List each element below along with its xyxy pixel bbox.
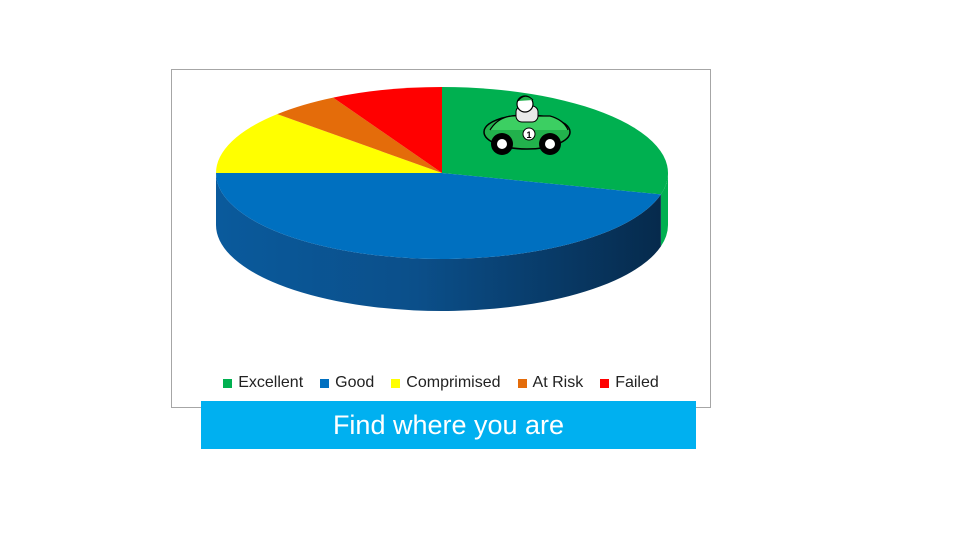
legend-swatch bbox=[223, 378, 233, 388]
legend-swatch bbox=[600, 378, 610, 388]
pie-top bbox=[216, 87, 668, 259]
car-number: 1 bbox=[526, 130, 531, 140]
legend-label: Good bbox=[335, 374, 375, 391]
chart-legend: Excellent Good Comprimised At Risk Faile… bbox=[172, 374, 710, 392]
pie-chart: 1 bbox=[216, 87, 668, 311]
legend-swatch bbox=[517, 378, 527, 388]
legend-label: At Risk bbox=[532, 374, 584, 391]
banner: Find where you are bbox=[201, 401, 696, 449]
legend-swatch bbox=[320, 378, 330, 388]
legend-item-excellent: Excellent bbox=[223, 374, 303, 392]
legend-label: Comprimised bbox=[406, 374, 501, 391]
legend-item-good: Good bbox=[320, 374, 374, 392]
legend-item-comprimised: Comprimised bbox=[391, 374, 501, 392]
legend-item-at-risk: At Risk bbox=[517, 374, 584, 392]
banner-text: Find where you are bbox=[332, 409, 565, 440]
chart-frame: 1 Excellent Good Comprimised At Risk Fai… bbox=[171, 69, 711, 408]
legend-label: Failed bbox=[615, 374, 659, 391]
legend-swatch bbox=[391, 378, 401, 388]
legend-label: Excellent bbox=[238, 374, 304, 391]
legend-item-failed: Failed bbox=[600, 374, 659, 392]
